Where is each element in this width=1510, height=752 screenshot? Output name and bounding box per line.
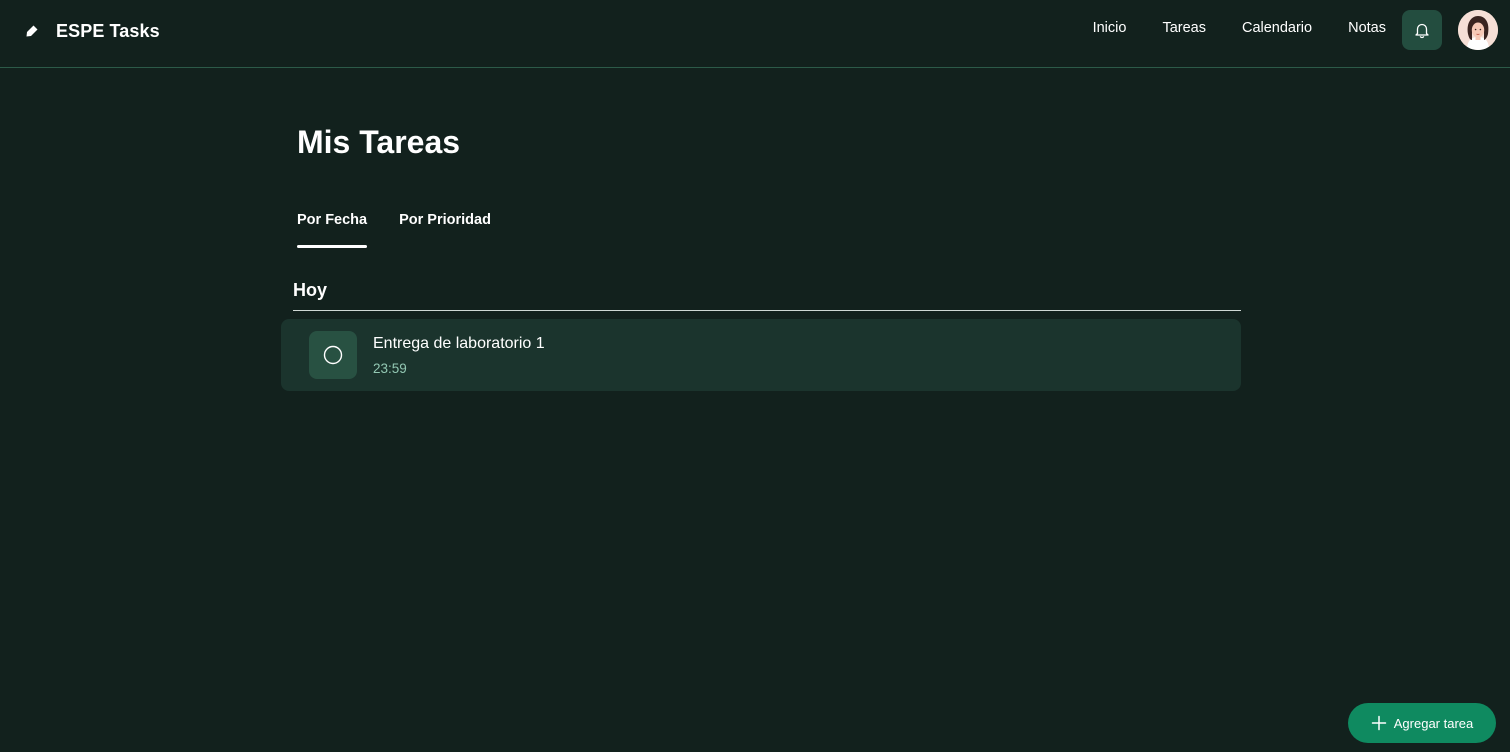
section-title-hoy: Hoy <box>293 278 1241 311</box>
tab-por-fecha[interactable]: Por Fecha <box>297 210 368 248</box>
nav-item-calendario[interactable]: Calendario <box>1242 20 1312 36</box>
add-task-label: Agregar tarea <box>1393 715 1474 731</box>
task-name: Entrega de laboratorio 1 <box>373 335 545 352</box>
avatar-illustration <box>1458 10 1498 50</box>
page-title: Mis Tareas <box>297 124 461 160</box>
bell-icon <box>1415 23 1429 39</box>
main-nav: Inicio Tareas Calendario Notas <box>1093 18 1386 38</box>
nav-item-tareas[interactable]: Tareas <box>1162 20 1206 36</box>
nav-item-notas[interactable]: Notas <box>1348 20 1386 36</box>
task-row[interactable]: Entrega de laboratorio 1 23:59 <box>281 319 1241 391</box>
notifications-button[interactable] <box>1402 10 1442 50</box>
view-tabs: Por Fecha Por Prioridad <box>297 210 523 248</box>
tab-por-prioridad[interactable]: Por Prioridad <box>399 210 491 248</box>
task-complete-toggle[interactable] <box>309 331 357 379</box>
pen-nib-icon <box>26 25 38 37</box>
plus-icon <box>1371 715 1386 731</box>
user-avatar[interactable] <box>1458 10 1498 50</box>
brand[interactable]: ESPE Tasks <box>25 19 160 43</box>
nav-item-inicio[interactable]: Inicio <box>1093 20 1127 36</box>
app-title: ESPE Tasks <box>56 20 160 41</box>
top-bar: ESPE Tasks Inicio Tareas Calendario Nota… <box>0 0 1510 68</box>
circle-outline-icon <box>323 345 343 365</box>
add-task-button[interactable]: Agregar tarea <box>1348 703 1496 743</box>
task-time: 23:59 <box>373 361 407 376</box>
